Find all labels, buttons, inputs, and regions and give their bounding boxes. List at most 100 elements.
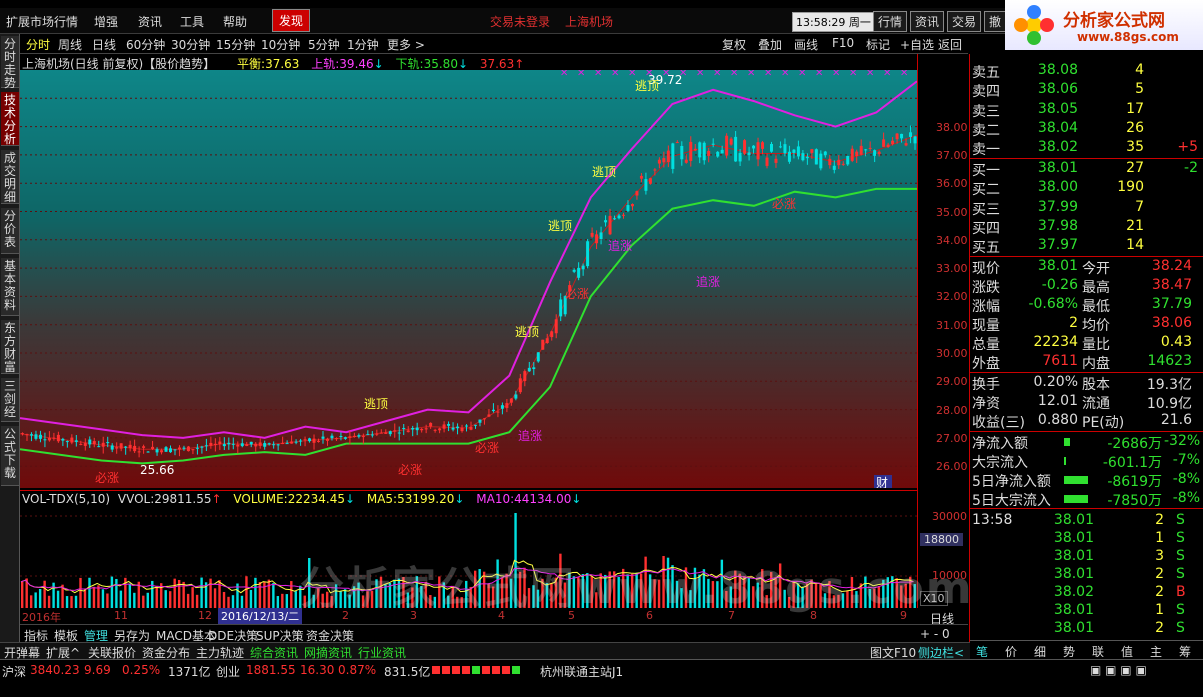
period-timeshare[interactable]: 分时 xyxy=(26,36,50,53)
candle-body xyxy=(285,443,289,445)
date-label: 4 xyxy=(498,609,505,622)
price-axis-tick: 34.00 xyxy=(936,233,968,247)
menu-item-help[interactable]: 帮助 xyxy=(223,13,247,30)
tick-row: 38.01 2 S xyxy=(972,620,1202,639)
quote-tab[interactable]: 主 xyxy=(1150,643,1162,660)
quote-tab[interactable]: 价 xyxy=(1005,643,1017,660)
trade-login-status: 交易未登录 xyxy=(490,15,551,29)
candle-body xyxy=(451,427,455,430)
period-1min[interactable]: 1分钟 xyxy=(347,36,379,53)
candle-body xyxy=(747,152,751,156)
candle-body xyxy=(536,352,540,362)
period-weekly[interactable]: 周线 xyxy=(58,36,82,53)
rail-tab-trades[interactable]: 成交明细 xyxy=(1,150,19,204)
stat-label: 涨跌 xyxy=(972,280,1000,296)
candle-body xyxy=(456,426,460,429)
tick-row: 38.01 2 S xyxy=(972,566,1202,585)
status-bar: 沪深 3840.23 9.69 0.25% 1371亿 创业 1881.55 1… xyxy=(0,659,1203,679)
tick-side: S xyxy=(1176,566,1185,582)
must-rise-signal: 必涨 xyxy=(565,286,589,301)
volume-cursor-value: 18800 xyxy=(920,533,963,546)
tool-overlay[interactable]: 叠加 xyxy=(758,36,782,53)
balance-label: 平衡: xyxy=(237,57,266,71)
candle-body xyxy=(819,153,823,169)
candle-body xyxy=(339,436,343,438)
period-10min[interactable]: 10分钟 xyxy=(261,36,300,53)
volume-bar xyxy=(281,593,284,608)
tool-f10[interactable]: F10 xyxy=(832,36,854,50)
trade-button[interactable]: 交易 xyxy=(947,11,982,32)
rail-tab-formula-download[interactable]: 公式下载 xyxy=(1,426,19,486)
quote-tab[interactable]: 值 xyxy=(1121,643,1133,660)
tool-restore-rights[interactable]: 复权 xyxy=(722,36,746,53)
candle-body xyxy=(146,451,150,453)
period-more[interactable]: 更多 > xyxy=(387,36,425,53)
indicator-tabs: 指标 模板 管理 另存为 MACD基本 DDE决策 SUP决策 资金决策 + -… xyxy=(20,624,968,643)
candle-body xyxy=(433,429,437,431)
menu-item-extended-market[interactable]: 扩展市场行情 xyxy=(6,13,78,30)
candle-body xyxy=(34,434,38,439)
quote-button[interactable]: 行情 xyxy=(873,11,908,32)
rail-tab-sanjian[interactable]: 三剑经 xyxy=(1,378,19,422)
stat-row: 换手 0.20% 股本 19.3亿 xyxy=(972,374,1202,393)
candle-body xyxy=(541,339,545,350)
quote-tab[interactable]: 细 xyxy=(1034,643,1046,660)
date-label: 9 xyxy=(900,609,907,622)
quote-tab[interactable]: 笔 xyxy=(976,643,988,660)
candle-body xyxy=(429,422,433,427)
buy-level-label: 买四 xyxy=(972,220,1000,237)
volume-bar xyxy=(119,590,123,608)
quote-tab[interactable]: 联 xyxy=(1092,643,1104,660)
tool-draw[interactable]: 画线 xyxy=(794,36,818,53)
period-60min[interactable]: 60分钟 xyxy=(126,36,165,53)
volume-bar xyxy=(186,593,190,608)
rail-tab-price-table[interactable]: 分价表 xyxy=(1,208,19,254)
candle-body xyxy=(303,439,307,441)
candle-body xyxy=(514,394,518,399)
candle-body xyxy=(743,140,747,154)
zoom-controls[interactable]: + - 0 xyxy=(920,627,950,641)
quote-tabs: 笔价细势联值主筹 xyxy=(970,640,1203,660)
tick-side: S xyxy=(1176,512,1185,528)
must-rise-signal: 必涨 xyxy=(95,470,119,485)
quote-tab[interactable]: 筹 xyxy=(1179,643,1191,660)
news-button[interactable]: 资讯 xyxy=(910,11,945,32)
price-axis-tick: 28.00 xyxy=(936,403,968,417)
menu-item-tools[interactable]: 工具 xyxy=(180,13,204,30)
cancel-button[interactable]: 撤 xyxy=(984,11,1007,32)
volume-bar xyxy=(294,591,297,608)
period-daily[interactable]: 日线 xyxy=(92,36,116,53)
quote-tab[interactable]: 势 xyxy=(1063,643,1075,660)
date-axis: 2016年 11 12 2016/12/13/二 2 3 4 5 6 7 8 9 xyxy=(20,608,917,624)
menu-item-enhance[interactable]: 增强 xyxy=(94,13,118,30)
price-axis-tick: 32.00 xyxy=(936,290,968,304)
candle-body xyxy=(729,138,733,145)
stat-value: 38.01 xyxy=(1037,258,1078,274)
tool-back[interactable]: 返回 xyxy=(938,36,962,53)
stat-value: 19.3亿 xyxy=(1146,377,1192,393)
rail-tab-technical[interactable]: 技术分析 xyxy=(1,92,19,146)
date-label: 5 xyxy=(568,609,575,622)
period-5min[interactable]: 5分钟 xyxy=(308,36,340,53)
rail-tab-eastmoney[interactable]: 东方财富 xyxy=(1,320,19,374)
candle-body xyxy=(613,218,617,220)
rail-tab-fundamentals[interactable]: 基本资料 xyxy=(1,258,19,316)
candle-body xyxy=(133,445,137,452)
volume-bar xyxy=(213,588,217,608)
volume-bar xyxy=(83,589,87,608)
menu-item-discover[interactable]: 发现 xyxy=(272,9,311,32)
candle-body xyxy=(734,136,738,162)
menu-item-news[interactable]: 资讯 xyxy=(138,13,162,30)
price-chart-svg: ✕ ✕ ✕ ✕ ✕ ✕ ✕ ✕ ✕ ✕ ✕ ✕ ✕ ✕ ✕ ✕ ✕ ✕ ✕ ✕ ✕39.7225.66逃顶逃顶逃顶逃顶逃… xyxy=(20,70,917,488)
volume-bar xyxy=(21,581,24,608)
period-30min[interactable]: 30分钟 xyxy=(171,36,210,53)
tool-add-favorite[interactable]: +自选 xyxy=(900,36,934,53)
candle-body xyxy=(447,423,451,426)
candle-body xyxy=(406,430,410,433)
flower-logo-icon xyxy=(1014,5,1054,45)
tool-mark[interactable]: 标记 xyxy=(866,36,890,53)
stat-row: 现价 38.01 今开 38.24 xyxy=(972,258,1202,277)
period-15min[interactable]: 15分钟 xyxy=(216,36,255,53)
rail-tab-timeshare[interactable]: 分时走势 xyxy=(1,36,19,90)
stat-value: 37.79 xyxy=(1151,296,1192,312)
